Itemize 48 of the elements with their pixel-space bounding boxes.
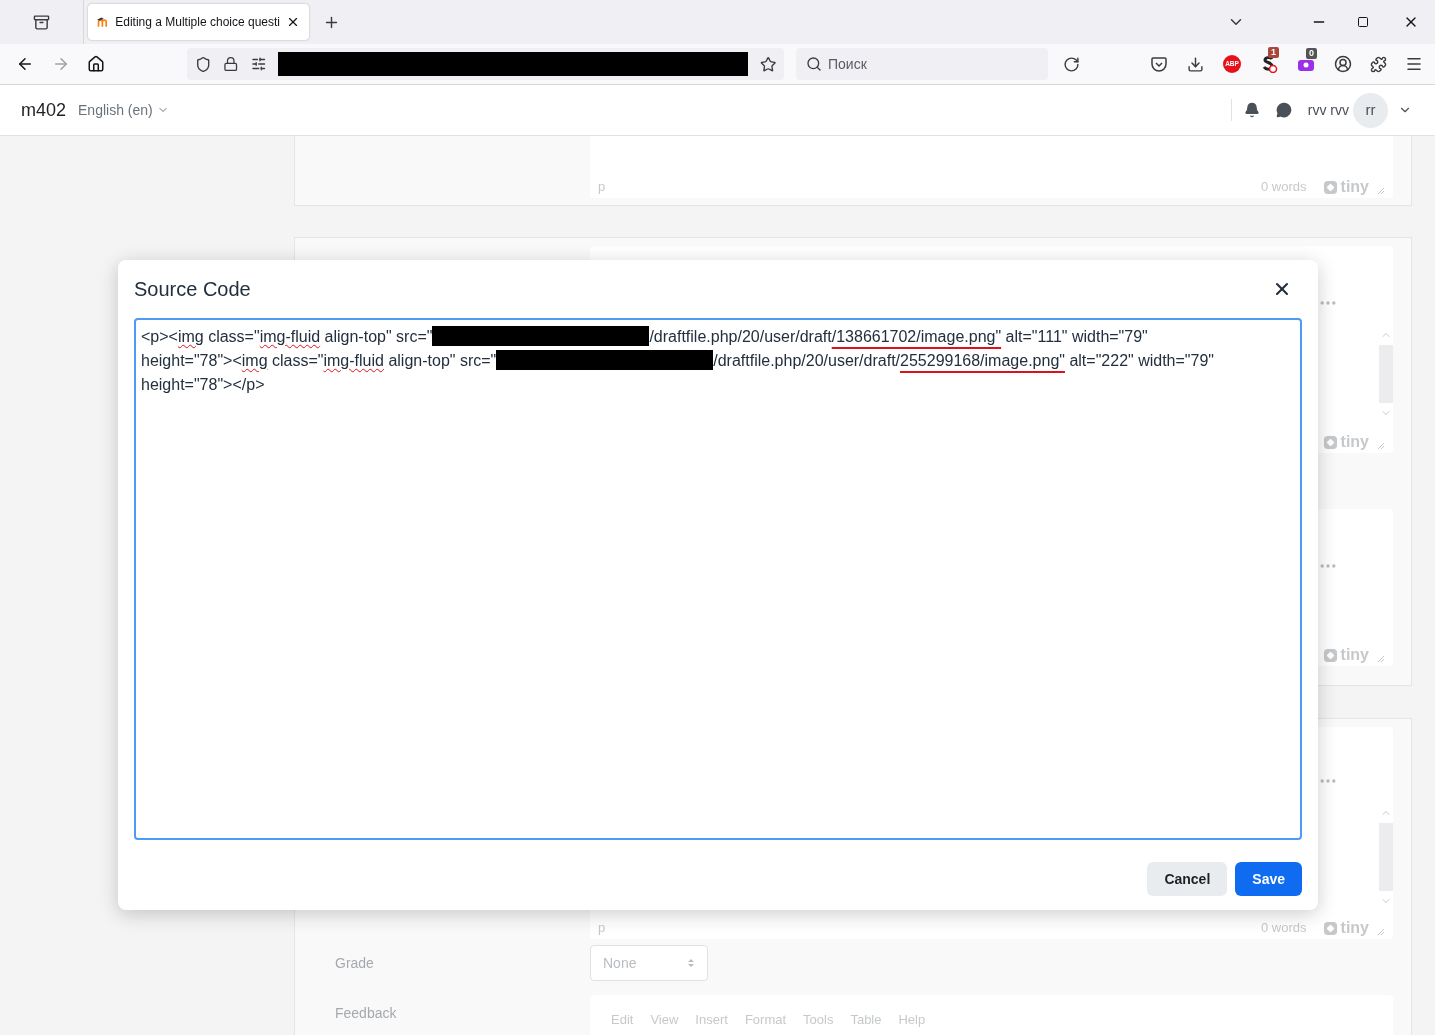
dialog-title: Source Code [134, 277, 251, 302]
source-code-textarea[interactable]: <p><img class="img-fluid align-top" src=" /draftfile.php/20/user/draft/138661702/image.png" alt="111" width="79" height="78"><img class="img-fluid align-top" src=" /draftfile.php/20/user/draft/255299168/image.png" alt="222" width="79" height="78"></p> [134, 318, 1302, 840]
menu-icon[interactable] [1405, 55, 1423, 73]
resize-handle-icon[interactable] [1377, 928, 1385, 936]
feedback-label: Feedback [335, 1004, 398, 1023]
notification-count: 0 [1306, 48, 1317, 59]
search-field[interactable]: Поиск [796, 48, 1048, 80]
address-bar[interactable] [187, 48, 784, 80]
shield-icon[interactable] [195, 55, 212, 73]
tiny-logo: tiny [1322, 430, 1369, 454]
lock-icon[interactable] [223, 56, 239, 72]
back-icon[interactable] [16, 55, 34, 73]
cancel-button[interactable]: Cancel [1147, 862, 1228, 896]
tiny-logo: tiny [1322, 916, 1369, 940]
home-icon[interactable] [87, 55, 105, 73]
user-avatar[interactable]: rr [1353, 92, 1388, 128]
tiny-logo: tiny [1322, 643, 1369, 667]
resize-handle-icon[interactable] [1377, 187, 1385, 195]
moodle-logo-icon [97, 15, 110, 29]
word-count: 0 words [1261, 178, 1307, 197]
account-icon[interactable] [1334, 55, 1352, 73]
extension-icon[interactable] [1260, 55, 1278, 73]
user-name: rvv rvv [1307, 100, 1349, 120]
resize-handle-icon[interactable] [1377, 442, 1385, 450]
messages-icon[interactable] [1275, 102, 1292, 118]
element-path: p [598, 919, 606, 938]
tab-title: Editing a Multiple choice questi [115, 14, 280, 31]
language-menu[interactable]: English (en) [78, 99, 169, 121]
maximize-icon[interactable] [1357, 16, 1369, 28]
permissions-icon[interactable] [250, 56, 267, 72]
notification-count: 1 [1268, 47, 1279, 58]
element-path: p [598, 178, 606, 197]
search-icon [806, 56, 822, 72]
reload-icon[interactable] [1063, 55, 1080, 73]
resize-handle-icon[interactable] [1377, 655, 1385, 663]
close-tab-icon[interactable] [286, 15, 300, 29]
download-icon[interactable] [1187, 55, 1204, 73]
tiny-logo: tiny [1322, 175, 1369, 199]
notifications-icon[interactable] [1243, 102, 1260, 118]
browser-tab[interactable]: Editing a Multiple choice questi [88, 4, 309, 40]
extensions-icon[interactable] [1370, 55, 1387, 73]
bookmark-star-icon[interactable] [759, 55, 776, 73]
save-button[interactable]: Save [1235, 862, 1302, 896]
site-name[interactable]: m402 [21, 96, 67, 124]
tab-list-icon[interactable] [33, 13, 50, 31]
pocket-icon[interactable] [1151, 56, 1167, 72]
select-arrows-icon [687, 958, 695, 968]
grade-label: Grade [335, 953, 375, 973]
